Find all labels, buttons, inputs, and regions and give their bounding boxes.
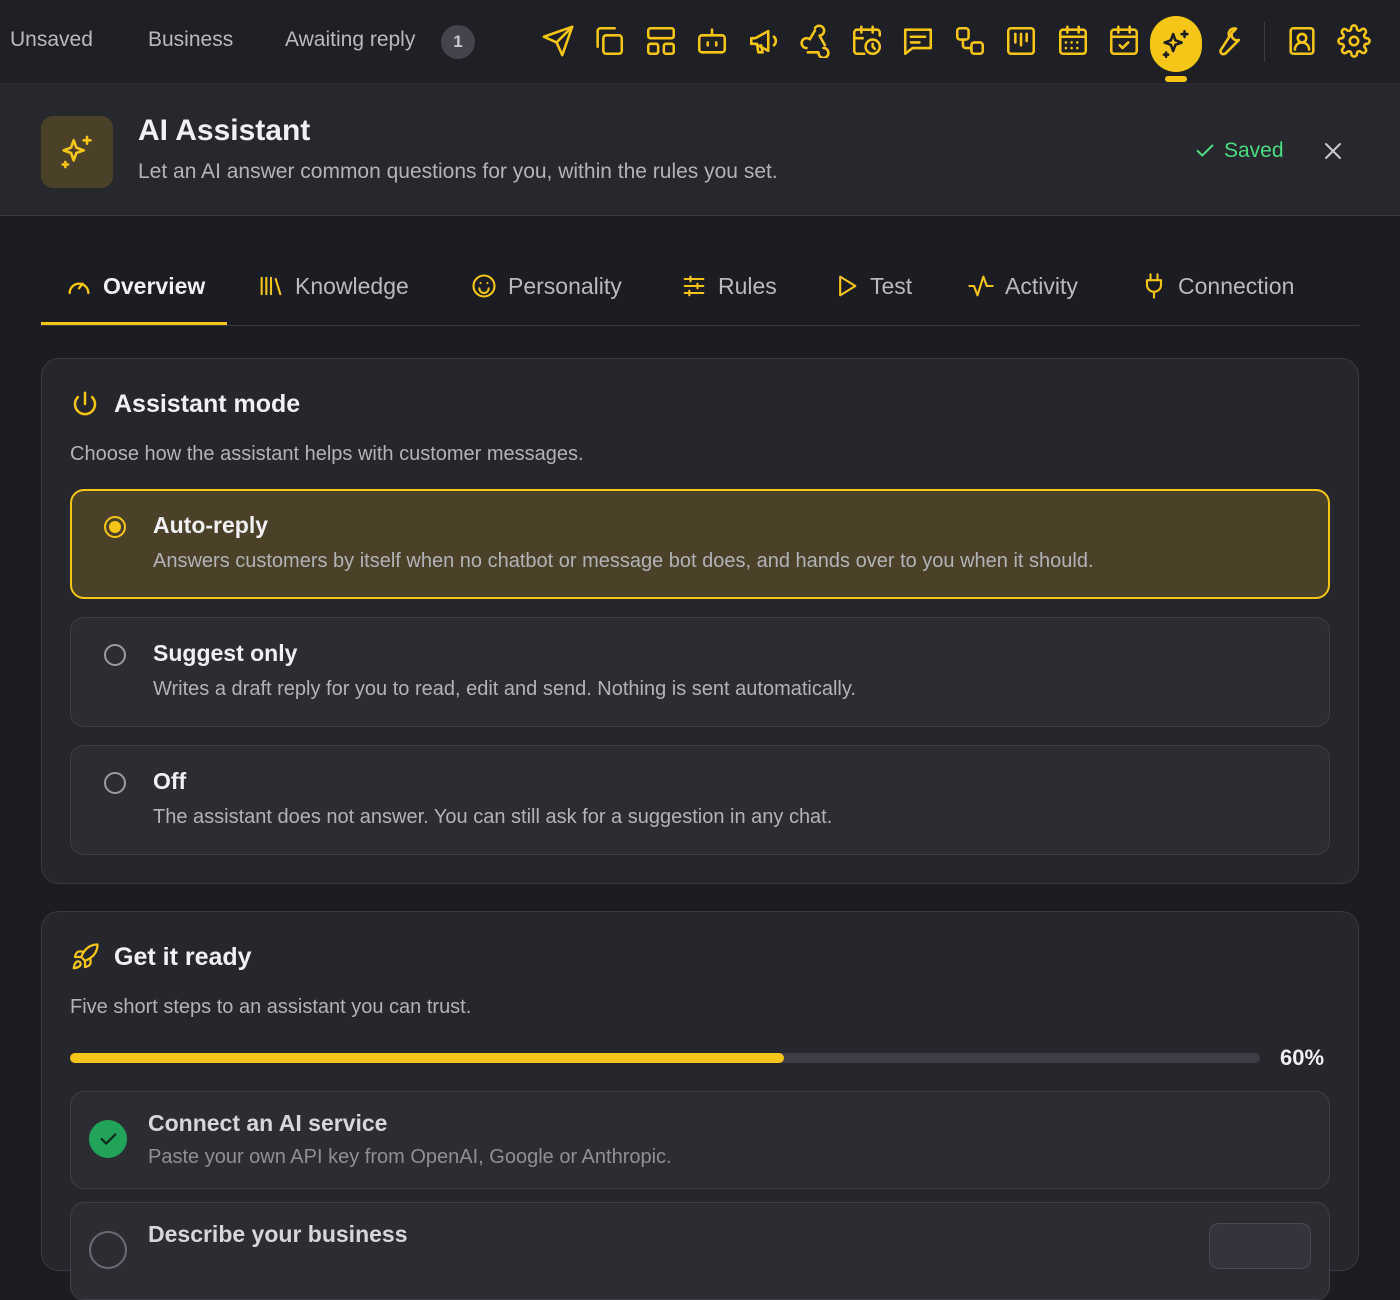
mode-option-suggest-only[interactable]: Suggest only Writes a draft reply for yo… <box>70 617 1330 727</box>
rocket-icon <box>70 942 100 972</box>
calendar-grid-icon[interactable] <box>1056 24 1090 58</box>
close-icon <box>1321 139 1345 163</box>
library-icon <box>257 272 285 300</box>
webhook-icon[interactable] <box>798 24 832 58</box>
radio-off[interactable] <box>104 772 126 794</box>
plug-icon <box>1140 272 1168 300</box>
gear-icon[interactable] <box>1337 24 1371 58</box>
power-icon <box>70 389 100 419</box>
tab-business[interactable]: Business <box>148 28 233 52</box>
layout-icon[interactable] <box>644 24 678 58</box>
page-header: AI Assistant Let an AI answer common que… <box>0 84 1400 216</box>
check-circle-icon <box>89 1120 127 1158</box>
active-indicator <box>1165 76 1187 82</box>
check-icon <box>1194 140 1216 162</box>
tab-overview[interactable]: Overview <box>65 272 205 300</box>
awaiting-count-badge: 1 <box>441 25 475 59</box>
sliders-icon <box>680 272 708 300</box>
radio-suggest-only[interactable] <box>104 644 126 666</box>
calendar-clock-icon[interactable] <box>850 24 884 58</box>
active-tab-underline <box>41 322 227 325</box>
tab-connection[interactable]: Connection <box>1140 272 1294 300</box>
progress-percent: 60% <box>1280 1045 1325 1070</box>
bot-icon[interactable] <box>695 24 729 58</box>
assistant-mode-description: Choose how the assistant helps with cust… <box>70 443 584 465</box>
assistant-mode-title: Assistant mode <box>114 389 301 418</box>
toolbar-separator <box>1264 22 1265 62</box>
progress-bar <box>70 1053 1260 1063</box>
play-icon <box>832 272 860 300</box>
tab-awaiting-reply[interactable]: Awaiting reply <box>285 28 415 52</box>
page-subtitle: Let an AI answer common questions for yo… <box>138 160 778 183</box>
megaphone-icon[interactable] <box>747 24 781 58</box>
mode-option-auto-reply[interactable]: Auto-reply Answers customers by itself w… <box>70 489 1330 599</box>
saved-label: Saved <box>1224 139 1284 162</box>
smile-icon <box>470 272 498 300</box>
calendar-check-icon[interactable] <box>1107 24 1141 58</box>
get-ready-card: Get it ready Five short steps to an assi… <box>41 911 1359 1300</box>
tab-knowledge[interactable]: Knowledge <box>257 272 409 300</box>
contact-icon[interactable] <box>1285 24 1319 58</box>
send-icon[interactable] <box>541 24 575 58</box>
get-ready-title: Get it ready <box>114 942 252 971</box>
section-tabs: Overview Knowledge Personality Rules Tes… <box>41 254 1359 326</box>
get-ready-description: Five short steps to an assistant you can… <box>70 996 472 1018</box>
step-connect-ai-service[interactable]: Connect an AI service Paste your own API… <box>70 1091 1330 1189</box>
tab-rules[interactable]: Rules <box>680 272 777 300</box>
progress-fill <box>70 1053 784 1063</box>
tab-test[interactable]: Test <box>832 272 912 300</box>
wrench-icon[interactable] <box>1211 24 1245 58</box>
tab-unsaved[interactable]: Unsaved <box>10 28 93 52</box>
empty-circle-icon <box>89 1231 127 1269</box>
saved-status: Saved <box>1194 139 1284 163</box>
sparkles-icon <box>41 116 113 188</box>
activity-icon <box>967 272 995 300</box>
close-button[interactable] <box>1318 136 1348 166</box>
message-icon[interactable] <box>901 24 935 58</box>
copy-icon[interactable] <box>592 24 626 58</box>
kanban-icon[interactable] <box>1004 24 1038 58</box>
step-describe-business[interactable]: Describe your business <box>70 1202 1330 1300</box>
top-bar: Unsaved Business Awaiting reply 1 <box>0 0 1400 84</box>
assistant-mode-card: Assistant mode Choose how the assistant … <box>41 358 1359 884</box>
tab-personality[interactable]: Personality <box>470 272 622 300</box>
workflow-icon[interactable] <box>953 24 987 58</box>
tab-activity[interactable]: Activity <box>967 272 1078 300</box>
mode-option-off[interactable]: Off The assistant does not answer. You c… <box>70 745 1330 855</box>
sparkles-icon[interactable] <box>1150 16 1202 72</box>
page-title: AI Assistant <box>138 114 311 147</box>
step-action-button[interactable] <box>1209 1223 1311 1269</box>
radio-auto-reply[interactable] <box>104 516 126 538</box>
gauge-icon <box>65 272 93 300</box>
